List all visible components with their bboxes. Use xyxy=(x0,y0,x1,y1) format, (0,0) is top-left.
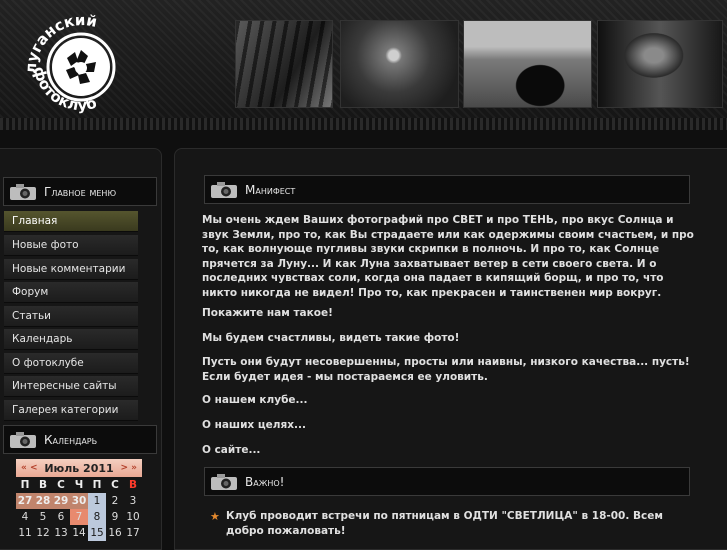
calendar-day[interactable]: 14 xyxy=(70,525,88,541)
calendar-day[interactable]: 17 xyxy=(124,525,142,541)
manifest-paragraph: Пусть они будут несовершенны, просты или… xyxy=(202,356,690,383)
camera-icon xyxy=(211,181,237,198)
calendar-day[interactable]: 9 xyxy=(106,509,124,525)
calendar-day[interactable]: 3 xyxy=(124,493,142,509)
menu-item-calendar[interactable]: Календарь xyxy=(4,329,138,350)
main-menu-title-bar: Главное меню xyxy=(3,177,157,206)
calendar-title: Календарь xyxy=(44,432,98,447)
camera-icon xyxy=(10,431,36,448)
menu-item-new-comments[interactable]: Новые комментарии xyxy=(4,259,138,280)
calendar-day[interactable]: 5 xyxy=(34,509,52,525)
menu-item-gallery[interactable]: Галерея категории xyxy=(4,400,138,421)
calendar-day[interactable]: 1 xyxy=(88,493,106,509)
important-item: Клуб проводит встречи по пятницам в ОДТИ… xyxy=(226,510,663,537)
calendar-day[interactable]: 15 xyxy=(88,525,106,541)
menu-item-home[interactable]: Главная xyxy=(4,211,138,232)
calendar-day[interactable]: 8 xyxy=(88,509,106,525)
manifest-paragraph: Мы очень ждем Ваших фотографий про СВЕТ … xyxy=(202,214,694,299)
menu-item-articles[interactable]: Статьи xyxy=(4,306,138,327)
photoclub-logo[interactable]: луганский фотоклуб xyxy=(22,12,140,116)
calendar-header: « < Июль 2011 > » xyxy=(16,459,142,477)
camera-icon xyxy=(211,473,237,490)
calendar-day[interactable]: 29 xyxy=(52,493,70,509)
weekday-label: В xyxy=(38,479,47,491)
menu-item-label: Статьи xyxy=(12,310,52,322)
menu-item-label: Интересные сайты xyxy=(12,380,117,392)
about-club-link[interactable]: О нашем клубе... xyxy=(202,393,694,408)
menu-item-label: Галерея категории xyxy=(12,404,119,416)
calendar-day[interactable]: 2 xyxy=(106,493,124,509)
calendar-day[interactable]: 11 xyxy=(16,525,34,541)
weekday-label: П xyxy=(92,479,102,491)
calendar-day[interactable]: 30 xyxy=(70,493,88,509)
calendar-day[interactable]: 16 xyxy=(106,525,124,541)
header-photo-stairs xyxy=(235,20,333,108)
header-photo-woman xyxy=(597,20,723,108)
weekday-label: В xyxy=(128,479,137,491)
menu-item-sites[interactable]: Интересные сайты xyxy=(4,376,138,397)
calendar-day[interactable]: 6 xyxy=(52,509,70,525)
important-title: Важно! xyxy=(245,474,285,489)
menu-item-label: Новые комментарии xyxy=(12,263,126,275)
calendar-month: Июль 2011 xyxy=(44,461,114,475)
calendar-day[interactable]: 13 xyxy=(52,525,70,541)
calendar-grid: П В С Ч П С В 27 28 29 30 1 2 3 4 5 6 7 … xyxy=(16,477,142,541)
menu-item-forum[interactable]: Форум xyxy=(4,282,138,303)
menu-item-label: Главная xyxy=(12,215,58,227)
calendar-next-button[interactable]: > » xyxy=(120,463,137,473)
calendar-day[interactable]: 4 xyxy=(16,509,34,525)
star-bullet-icon: ★ xyxy=(210,510,220,523)
header-photo-plant xyxy=(340,20,459,108)
calendar-day[interactable]: 28 xyxy=(34,493,52,509)
main-menu-title: Главное меню xyxy=(44,184,117,199)
menu-item-label: О фотоклубе xyxy=(12,357,84,369)
calendar-day[interactable]: 10 xyxy=(124,509,142,525)
manifest-title-bar: Манифест xyxy=(204,175,690,204)
menu-item-label: Форум xyxy=(12,286,49,298)
manifest-paragraph: Мы будем счастливы, видеть такие фото! xyxy=(202,332,460,344)
menu-item-label: Календарь xyxy=(12,333,73,345)
our-goals-link[interactable]: О наших целях... xyxy=(202,418,694,433)
menu-item-about[interactable]: О фотоклубе xyxy=(4,353,138,374)
calendar-day[interactable]: 27 xyxy=(16,493,34,509)
weekday-label: П xyxy=(20,479,30,491)
header-film-stripe xyxy=(0,118,727,130)
important-title-bar: Важно! xyxy=(204,467,690,496)
menu-item-new-photos[interactable]: Новые фото xyxy=(4,235,138,256)
menu-item-label: Новые фото xyxy=(12,239,79,251)
weekday-label: С xyxy=(111,479,119,491)
calendar-widget: « < Июль 2011 > » П В С Ч П С В 27 28 29… xyxy=(16,459,142,541)
calendar-day[interactable]: 12 xyxy=(34,525,52,541)
camera-icon xyxy=(10,183,36,200)
manifest-title: Манифест xyxy=(245,182,296,197)
about-site-link[interactable]: О сайте... xyxy=(202,443,694,458)
weekday-label: С xyxy=(57,479,65,491)
calendar-title-bar: Календарь xyxy=(3,425,157,454)
site-header: луганский фотоклуб xyxy=(0,0,727,130)
header-photo-car xyxy=(463,20,592,108)
calendar-prev-button[interactable]: « < xyxy=(21,463,38,473)
manifest-paragraph: Покажите нам такое! xyxy=(202,307,333,319)
calendar-day-today[interactable]: 7 xyxy=(70,509,88,525)
weekday-label: Ч xyxy=(74,479,84,491)
